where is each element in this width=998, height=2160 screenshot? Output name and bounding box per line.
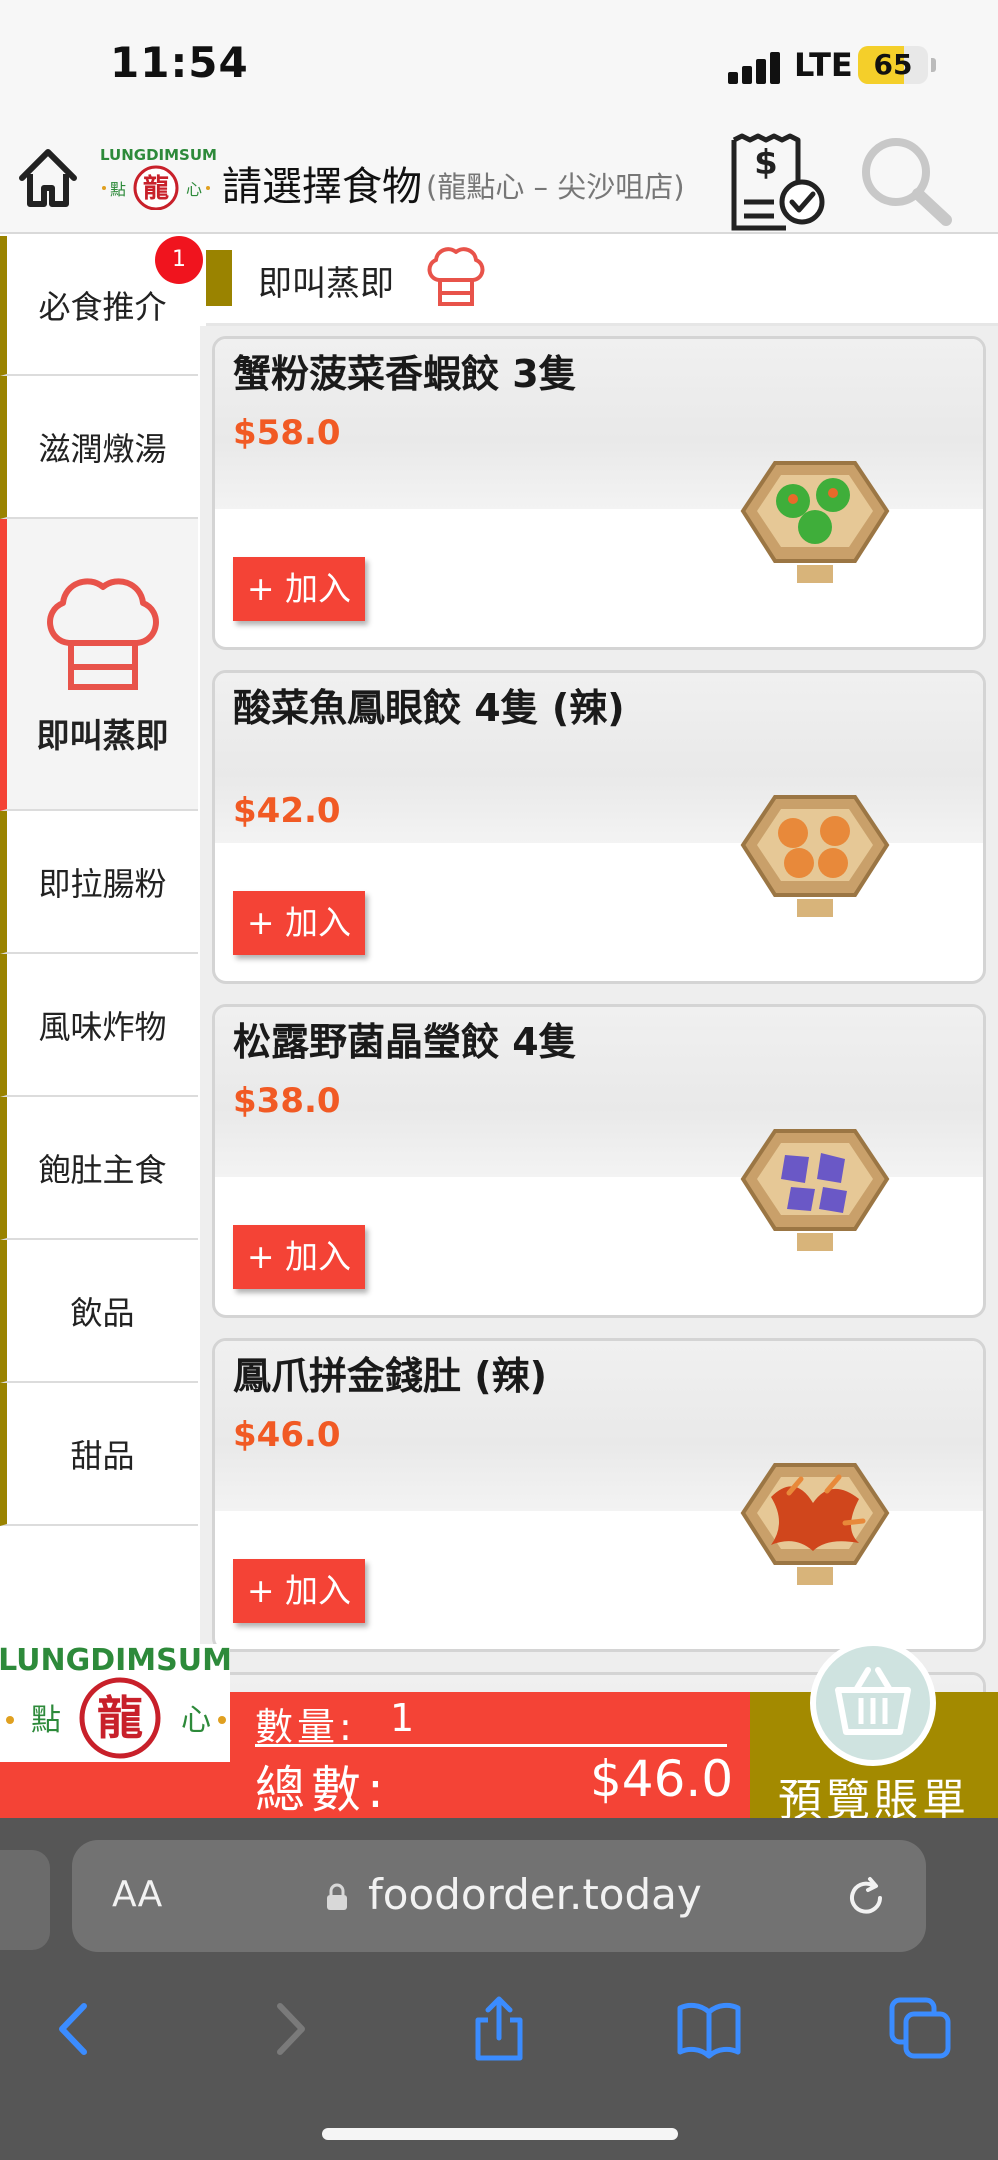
search-button[interactable]: [852, 132, 956, 232]
category-accent-bar: [206, 250, 232, 306]
menu-item-card[interactable]: 蟹粉菠菜香蝦餃 3隻 $58.0 + 加入: [212, 336, 986, 650]
notification-badge: 1: [155, 236, 203, 284]
url-text: foodorder.today: [368, 1870, 702, 1919]
dumpling-steamer-image: [740, 795, 890, 917]
back-icon[interactable]: [40, 1994, 110, 2064]
svg-text:LUNGDIMSUM: LUNGDIMSUM: [0, 1644, 230, 1678]
menu-item-price: $58.0: [233, 413, 341, 453]
order-divider: [255, 1744, 727, 1747]
add-to-cart-button[interactable]: + 加入: [233, 1225, 365, 1289]
chicken-feet-steamer-image: [740, 1463, 890, 1585]
menu-item-name: 酸菜魚鳳眼餃 4隻 (辣): [233, 686, 625, 730]
category-sidebar: 必食推介 1 滋潤燉湯 即叫蒸即 即拉腸粉 風味炸物 飽肚主食 飲品 甜品: [0, 236, 203, 1526]
previous-tab-peek[interactable]: [0, 1850, 50, 1950]
share-icon[interactable]: [464, 1994, 534, 2064]
svg-text:龍: 龍: [97, 1691, 143, 1745]
add-to-cart-button[interactable]: + 加入: [233, 557, 365, 621]
svg-text:$: $: [754, 143, 778, 183]
sidebar-item-steamed[interactable]: 即叫蒸即: [0, 519, 198, 811]
add-to-cart-button[interactable]: + 加入: [233, 891, 365, 955]
svg-text:心: 心: [186, 180, 202, 199]
sidebar-item-label: 風味炸物: [38, 1007, 167, 1046]
menu-list: 蟹粉菠菜香蝦餃 3隻 $58.0 + 加入 酸菜魚鳳眼餃 4隻 (辣) $42.…: [200, 326, 998, 1712]
page-title: 請選擇食物: [222, 164, 422, 210]
quantity-label: 數量:: [255, 1705, 356, 1749]
order-history-button[interactable]: $: [726, 132, 830, 232]
add-to-cart-button[interactable]: + 加入: [233, 1559, 365, 1623]
total-label: 總數:: [255, 1761, 390, 1819]
battery-icon: 65: [858, 46, 928, 84]
home-button[interactable]: [16, 142, 80, 214]
lock-icon: [327, 1883, 347, 1910]
svg-text:龍: 龍: [143, 173, 169, 204]
battery-nub: [931, 58, 936, 72]
svg-text:點: 點: [110, 180, 126, 199]
svg-text:心: 心: [181, 1703, 211, 1738]
quantity-value: 1: [390, 1696, 415, 1740]
network-type: LTE: [794, 46, 853, 84]
battery-percentage: 65: [873, 48, 913, 81]
sidebar-item-fried[interactable]: 風味炸物: [0, 954, 198, 1097]
menu-item-name: 松露野菌晶瑩餃 4隻: [233, 1020, 577, 1064]
dumpling-steamer-image: [740, 1129, 890, 1251]
cellular-signal-icon: [728, 50, 784, 84]
sidebar-item-label: 飽肚主食: [38, 1150, 167, 1189]
sidebar-item-label: 滋潤燉湯: [38, 429, 167, 468]
svg-text:點: 點: [31, 1703, 61, 1738]
sidebar-item-label: 甜品: [70, 1436, 135, 1475]
search-icon: [862, 138, 952, 226]
status-bar: 11:54 LTE 65: [0, 0, 998, 132]
menu-item-price: $42.0: [233, 791, 341, 831]
category-header: 即叫蒸即: [206, 236, 998, 326]
sidebar-item-mains[interactable]: 飽肚主食: [0, 1097, 198, 1240]
home-icon: [19, 149, 77, 207]
bill-receipt-icon: $: [731, 133, 825, 231]
menu-item-card[interactable]: 鳳爪拼金錢肚 (辣) $46.0 + 加入: [212, 1338, 986, 1652]
sidebar-item-recommended[interactable]: 必食推介 1: [0, 236, 203, 376]
sidebar-item-label: 飲品: [70, 1293, 135, 1332]
logo-dragon-seal: 龍 點 心: [102, 165, 210, 210]
menu-item-price: $46.0: [233, 1415, 341, 1455]
sidebar-item-rice-rolls[interactable]: 即拉腸粉: [0, 811, 198, 954]
bookmarks-icon[interactable]: [674, 1994, 744, 2064]
restaurant-logo: LUNGDIMSUM 龍 點 心: [100, 146, 217, 212]
sidebar-item-label: 即拉腸粉: [38, 864, 167, 903]
total-value: $46.0: [590, 1750, 734, 1808]
chef-hat-icon: [427, 247, 485, 306]
sidebar-item-desserts[interactable]: 甜品: [0, 1383, 198, 1526]
restaurant-logo-large: LUNGDIMSUM 龍 點 心: [0, 1643, 232, 1762]
menu-item-name: 鳳爪拼金錢肚 (辣): [233, 1354, 547, 1398]
shopping-basket-icon: [835, 1667, 911, 1735]
browser-toolbar: AA foodorder.today: [0, 1818, 998, 2160]
chef-hat-icon: [46, 578, 159, 690]
app-header: LUNGDIMSUM 龍 點 心 請選擇食物 (龍點心 – 尖沙咀店) $: [0, 132, 998, 234]
cart-button[interactable]: [810, 1640, 936, 1766]
sidebar-item-soup[interactable]: 滋潤燉湯: [0, 376, 198, 519]
sidebar-item-label: 必食推介: [38, 288, 167, 326]
address-bar[interactable]: AA foodorder.today: [72, 1840, 926, 1952]
text-size-button[interactable]: AA: [112, 1874, 162, 1915]
home-indicator: [322, 2128, 678, 2140]
sidebar-item-drinks[interactable]: 飲品: [0, 1240, 198, 1383]
category-title: 即叫蒸即: [258, 264, 394, 304]
menu-item-price: $38.0: [233, 1081, 341, 1121]
browser-nav-row: [0, 1966, 998, 2086]
dumpling-steamer-image: [740, 461, 890, 583]
forward-icon[interactable]: [254, 1994, 324, 2064]
menu-item-name: 蟹粉菠菜香蝦餃 3隻: [233, 352, 577, 396]
menu-item-card[interactable]: 酸菜魚鳳眼餃 4隻 (辣) $42.0 + 加入: [212, 670, 986, 984]
branch-name: (龍點心 – 尖沙咀店): [426, 170, 685, 204]
lungdimsum-logo: LUNGDIMSUM 龍 點 心: [0, 1643, 232, 1759]
reload-icon[interactable]: [844, 1876, 888, 1920]
tabs-icon[interactable]: [886, 1994, 956, 2064]
status-time: 11:54: [110, 38, 249, 87]
sidebar-item-label: 即叫蒸即: [36, 716, 169, 755]
menu-item-card[interactable]: 松露野菌晶瑩餃 4隻 $38.0 + 加入: [212, 1004, 986, 1318]
